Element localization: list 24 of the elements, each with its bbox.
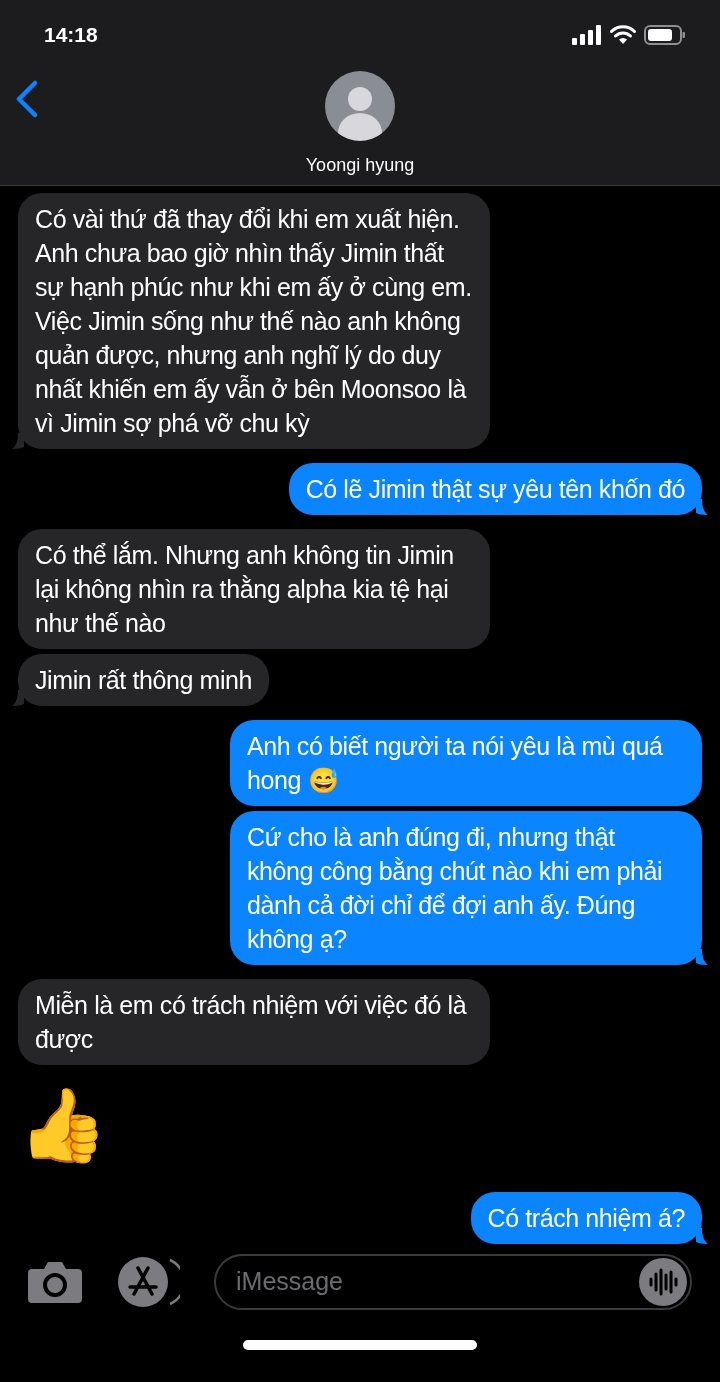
message-input[interactable]: iMessage — [236, 1263, 639, 1301]
sent-message-bubble: Có trách nhiệm á? — [470, 1192, 702, 1244]
wifi-icon — [610, 25, 636, 45]
app-store-button[interactable] — [118, 1257, 180, 1307]
camera-button[interactable] — [28, 1260, 82, 1304]
signal-icon — [572, 25, 602, 45]
app-store-icon — [118, 1257, 180, 1307]
status-time: 14:18 — [44, 22, 98, 49]
battery-icon — [644, 25, 686, 45]
contact-name[interactable]: Yoongi hyung — [305, 152, 415, 179]
sent-message-bubble: Anh có biết người ta nói yêu là mù quá hong 😅 — [230, 720, 702, 806]
emoji-message: 👍 — [18, 1084, 108, 1167]
audio-waveform-icon[interactable] — [639, 1258, 687, 1306]
received-message-bubble: Có vài thứ đã thay đổi khi em xuất hiện. Anh chưa bao giờ nhìn thấy Jimin thất sự hạnh phúc như khi em ấy ở cùng em. Việc Jimin sống như thế nào anh không quản được, nhưng anh nghĩ lý do duy nhất khiến em ấy vẫn ở bên Moonsoo là vì Jimin sợ phá vỡ chu kỳ — [18, 193, 490, 449]
received-message-bubble: Jimin rất thông minh — [18, 654, 270, 706]
avatar-icon[interactable] — [325, 71, 395, 141]
camera-icon — [28, 1261, 82, 1303]
chevron-left-icon — [15, 80, 39, 118]
back-button[interactable] — [14, 80, 40, 118]
received-message-bubble: Có thể lắm. Nhưng anh không tin Jimin lại không nhìn ra thằng alpha kia tệ hại như thế nào — [18, 529, 490, 649]
message-field[interactable]: iMessage — [214, 1254, 692, 1310]
sent-message-bubble: Có lẽ Jimin thật sự yêu tên khốn đó — [288, 463, 702, 515]
received-message-bubble: Miễn là em có trách nhiệm với việc đó là được — [18, 979, 490, 1065]
sent-message-bubble: Cứ cho là anh đúng đi, nhưng thật không công bằng chút nào khi em phải dành cả đời chỉ để đợi anh ấy. Đúng không ạ? — [230, 811, 702, 965]
